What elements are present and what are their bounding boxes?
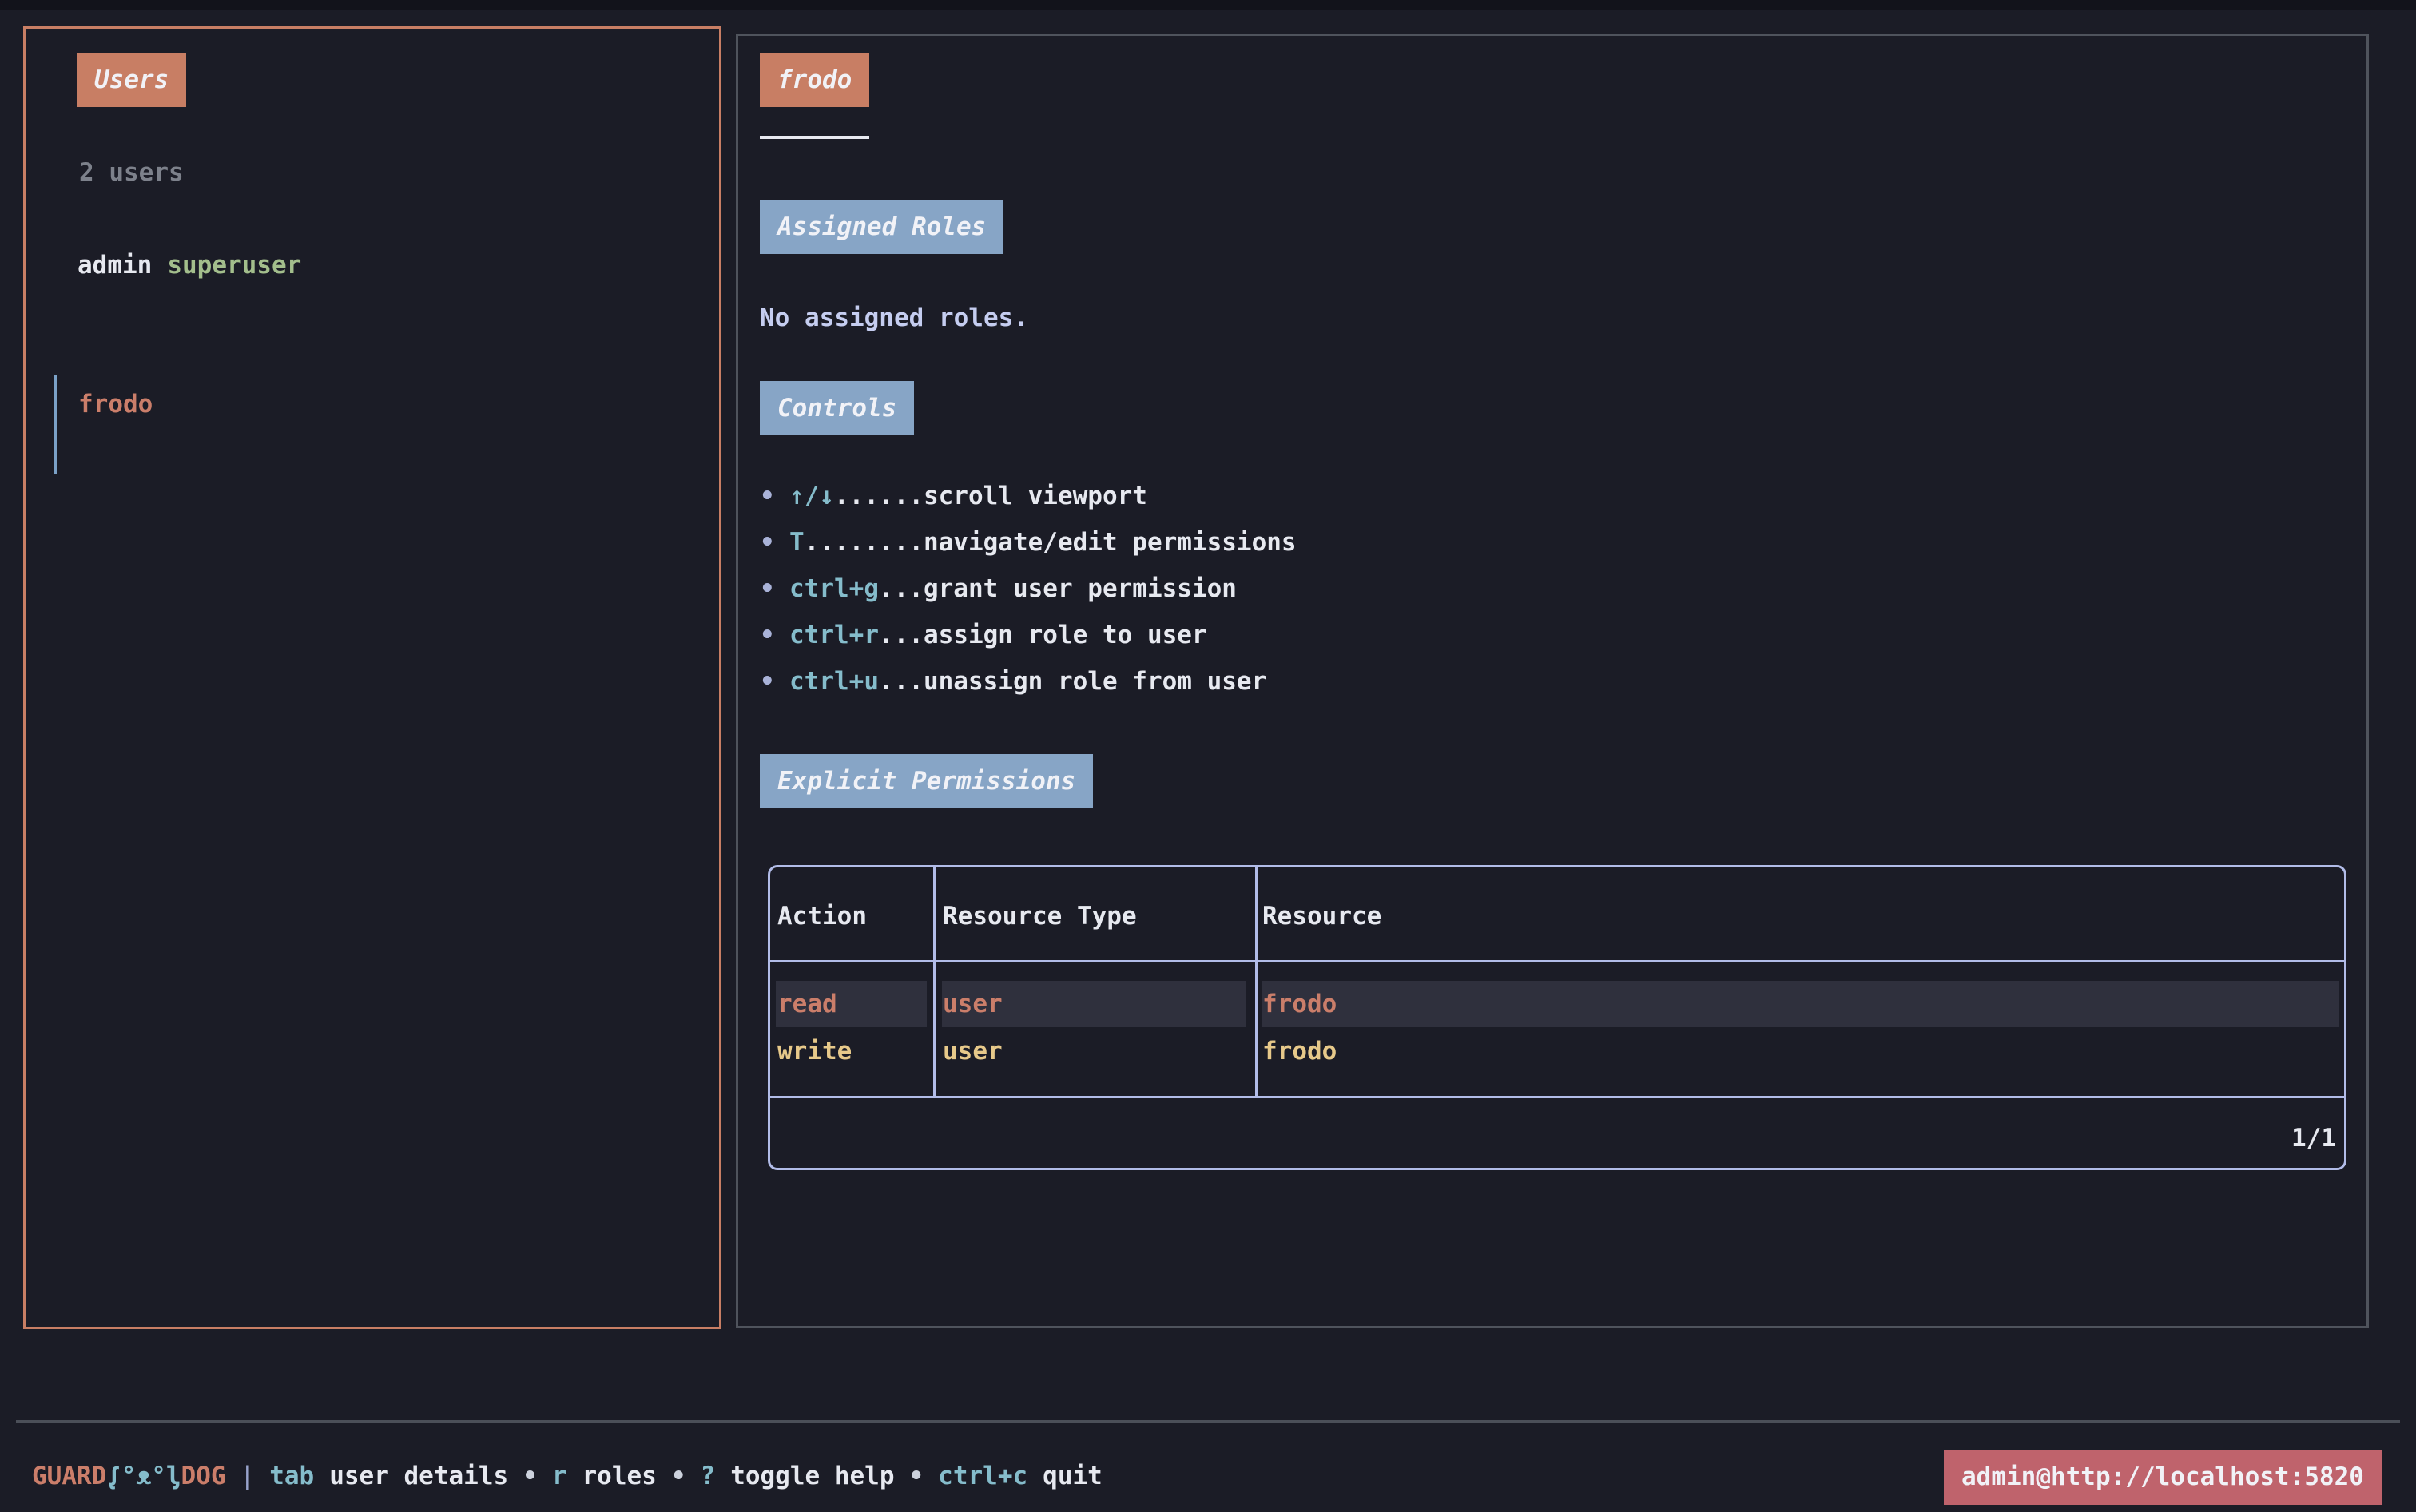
control-dots: ... bbox=[879, 621, 924, 649]
cell-action: write bbox=[777, 1028, 852, 1074]
control-hint-grant: •ctrl+g...grant user permission bbox=[760, 564, 1237, 613]
control-dots: ........ bbox=[805, 528, 924, 557]
control-desc: assign role to user bbox=[924, 621, 1207, 649]
app-logo-guard: GUARD bbox=[32, 1462, 106, 1490]
bullet-icon: • bbox=[760, 518, 789, 567]
control-desc: navigate/edit permissions bbox=[924, 528, 1297, 557]
users-panel-title-badge: Users bbox=[77, 53, 186, 107]
hint-desc-user-details: user details bbox=[329, 1462, 508, 1490]
col-header-resource: Resource bbox=[1262, 891, 1381, 941]
user-name: admin bbox=[77, 251, 152, 280]
control-hint-scroll: •↑/↓......scroll viewport bbox=[760, 471, 1147, 521]
control-dots: ... bbox=[879, 667, 924, 696]
assigned-roles-section-badge: Assigned Roles bbox=[760, 200, 1003, 254]
rows-divider bbox=[770, 1096, 2344, 1098]
selected-row-highlight bbox=[1262, 981, 2339, 1027]
footer-status-bar: GUARDᶘ°ᴥ°ᶅDOG | tab user details • rroles •? to… bbox=[32, 1451, 1103, 1501]
app-logo-dog: DOG bbox=[181, 1462, 226, 1490]
control-hint-unassign-role: •ctrl+u...unassign role from user bbox=[760, 657, 1266, 706]
detail-title-underline bbox=[760, 136, 869, 139]
control-dots: ... bbox=[879, 574, 924, 603]
explicit-permissions-section-badge: Explicit Permissions bbox=[760, 754, 1093, 808]
permissions-table: Action Resource Type Resource read user … bbox=[768, 865, 2346, 1170]
hint-key-tab: tab bbox=[269, 1462, 314, 1490]
hint-key-question: ? bbox=[701, 1462, 716, 1490]
control-key: ctrl+g bbox=[789, 574, 879, 603]
bullet-icon: • bbox=[760, 657, 789, 706]
user-detail-panel: frodo Assigned Roles No assigned roles. … bbox=[736, 34, 2369, 1328]
hint-key-ctrl-c: ctrl+c bbox=[938, 1462, 1027, 1490]
control-desc: unassign role from user bbox=[924, 667, 1266, 696]
detail-title-badge: frodo bbox=[760, 53, 869, 107]
header-divider bbox=[770, 960, 2344, 962]
guarddog-tui-screen: Users 2 users admin superuser frodo frodo… bbox=[0, 0, 2416, 1512]
cell-resource: frodo bbox=[1262, 1028, 1337, 1074]
users-panel: Users 2 users admin superuser frodo bbox=[23, 26, 721, 1329]
detail-title-block: frodo bbox=[760, 53, 869, 139]
control-desc: scroll viewport bbox=[924, 482, 1147, 510]
user-list-item-frodo[interactable]: frodo bbox=[78, 379, 153, 429]
control-dots: ...... bbox=[834, 482, 924, 510]
cell-resource-type: user bbox=[943, 1028, 1003, 1074]
hint-desc-toggle-help: toggle help bbox=[730, 1462, 894, 1490]
user-name: frodo bbox=[78, 390, 153, 419]
controls-section-badge: Controls bbox=[760, 381, 914, 435]
bullet-icon: • bbox=[760, 471, 789, 521]
session-badge: admin@http://localhost:5820 bbox=[1944, 1450, 2382, 1505]
cell-action: read bbox=[777, 981, 837, 1027]
dot-separator: • bbox=[523, 1462, 538, 1490]
cell-resource-type: user bbox=[943, 981, 1003, 1027]
selected-user-indicator-bar bbox=[54, 375, 57, 474]
control-desc: grant user permission bbox=[924, 574, 1237, 603]
bullet-icon: • bbox=[760, 610, 789, 660]
hint-desc-roles: roles bbox=[582, 1462, 657, 1490]
control-key: ctrl+r bbox=[789, 621, 879, 649]
control-hint-navigate: •T........navigate/edit permissions bbox=[760, 518, 1297, 567]
hint-desc-quit: quit bbox=[1043, 1462, 1103, 1490]
assigned-roles-empty-text: No assigned roles. bbox=[760, 293, 1028, 343]
column-separator bbox=[933, 867, 936, 1096]
column-separator bbox=[1255, 867, 1258, 1096]
user-role-badge: superuser bbox=[167, 251, 301, 280]
dog-face-icon: ᶘ°ᴥ°ᶅ bbox=[106, 1462, 181, 1490]
control-hint-assign-role: •ctrl+r...assign role to user bbox=[760, 610, 1207, 660]
users-count-label: 2 users bbox=[79, 148, 184, 197]
control-key: T bbox=[789, 528, 805, 557]
dot-separator: • bbox=[671, 1462, 686, 1490]
control-key: ↑/↓ bbox=[789, 482, 834, 510]
dot-separator: • bbox=[909, 1462, 924, 1490]
col-header-resource-type: Resource Type bbox=[943, 891, 1137, 941]
cell-resource: frodo bbox=[1262, 981, 1337, 1027]
user-list-item-admin[interactable]: admin superuser bbox=[77, 240, 301, 290]
pipe-separator: | bbox=[240, 1462, 256, 1490]
col-header-action: Action bbox=[777, 891, 867, 941]
bullet-icon: • bbox=[760, 564, 789, 613]
control-key: ctrl+u bbox=[789, 667, 879, 696]
window-top-strip bbox=[0, 0, 2416, 10]
table-pagination: 1/1 bbox=[2291, 1113, 2336, 1163]
hint-key-r: r bbox=[552, 1462, 567, 1490]
footer-divider bbox=[16, 1420, 2400, 1423]
